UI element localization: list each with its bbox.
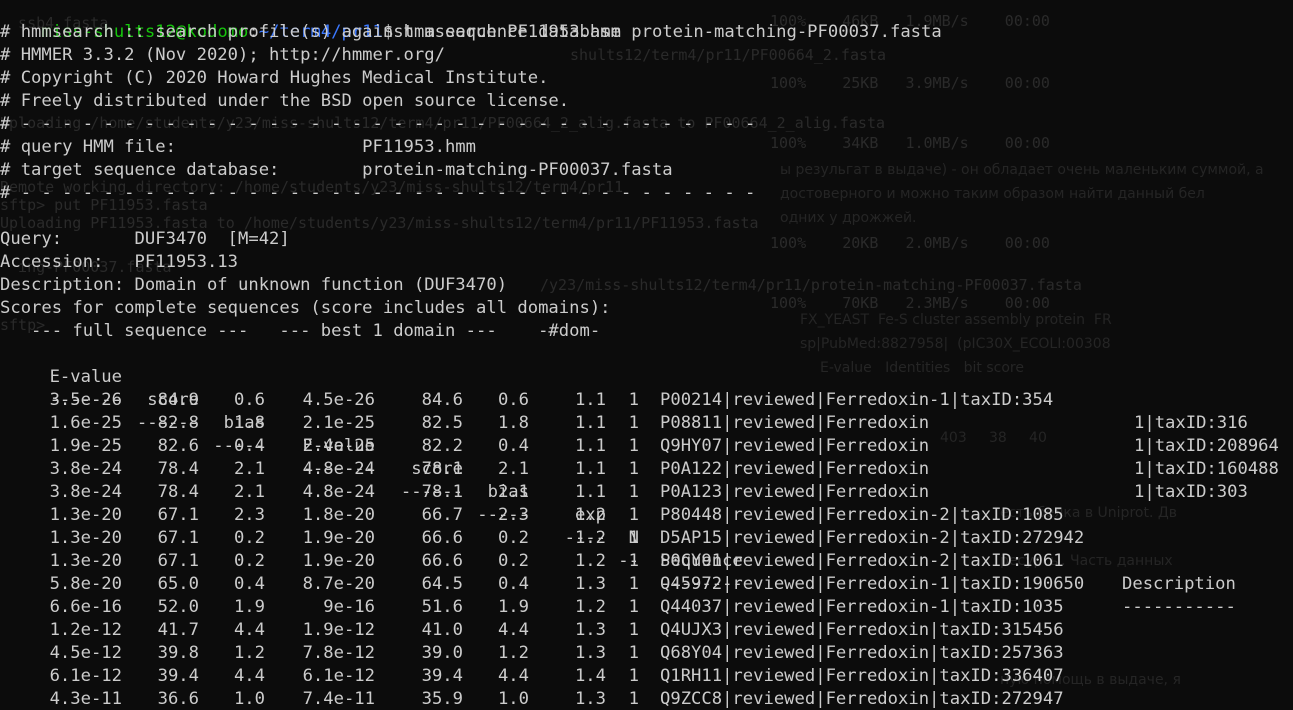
cell-n: 1 (628, 597, 639, 617)
cell-sequence: Q9HY07|reviewed|Ferredoxin (660, 436, 930, 456)
table-row: 4.3e-11 36.6 1.0 7.4e-11 35.9 1.0 1.3 1 Q9ZCC8|r… (0, 688, 1293, 710)
table-row: 5.8e-20 65.0 0.4 8.7e-20 64.5 0.4 1.3 1 Q45972|r… (0, 573, 1293, 596)
table-row: 6.1e-12 39.4 4.4 6.1e-12 39.4 4.4 1.4 1 Q1RH11|r… (0, 665, 1293, 688)
cell-n: 1 (628, 528, 639, 548)
target-database-line: # target sequence database: protein-matc… (0, 160, 673, 180)
cell-n: 1 (628, 436, 639, 456)
cell-n: 1 (628, 390, 639, 410)
table-header-row: E-value score bias E-value score bias ex… (0, 343, 1293, 594)
cell-n: 1 (628, 666, 639, 686)
command-line[interactable]: miss-shults12@kodomo:~/term4/pr11$ hmmse… (0, 0, 941, 42)
description-line: Description: Domain of unknown function … (0, 275, 508, 295)
table-row: 1.6e-25 82.8 1.8 2.1e-25 82.5 1.8 1.1 1 P08811|r… (0, 412, 1293, 435)
cell-sequence: Q44037|reviewed|Ferredoxin-1|taxID:1035 (660, 597, 1064, 617)
cell-sequence: Q1RH11|reviewed|Ferredoxin|taxID:336407 (660, 666, 1064, 686)
table-row: 3.8e-24 78.4 2.1 4.8e-24 78.1 2.1 1.1 1 P0A122|r… (0, 458, 1293, 481)
table-group-header: --- full sequence --- --- best 1 domain … (0, 321, 601, 341)
cell-description: 1|taxID:160488 (1134, 459, 1279, 479)
query-line: Query: DUF3470 [M=42] (0, 229, 290, 249)
cell-sequence: P08811|reviewed|Ferredoxin (660, 413, 930, 433)
cell-sequence: Q9ZCC8|reviewed|Ferredoxin|taxID:272947 (660, 689, 1064, 709)
cell-sequence: Q68Y04|reviewed|Ferredoxin|taxID:257363 (660, 643, 1064, 663)
header-line: # Copyright (C) 2020 Howard Hughes Medic… (0, 68, 549, 88)
cell-sequence: P0CY91|reviewed|Ferredoxin-2|taxID:1061 (660, 551, 1064, 571)
query-hmm-file-line: # query HMM file: PF11953.hmm (0, 137, 476, 157)
cell-sequence: Q4UJX3|reviewed|Ferredoxin|taxID:315456 (660, 620, 1064, 640)
cell-sequence: P0A123|reviewed|Ferredoxin (660, 482, 930, 502)
cell-sequence: D5AP15|reviewed|Ferredoxin-2|taxID:27294… (660, 528, 1085, 548)
cell-n: 1 (628, 459, 639, 479)
table-separator-row: ------- ------ ----- ------- ------ ----… (0, 366, 1293, 617)
header-line: # hmmsearch :: search profile(s) against… (0, 22, 621, 42)
accession-line: Accession: PF11953.13 (0, 252, 238, 272)
header-divider: # - - - - - - - - - - - - - - - - - - - … (0, 114, 756, 134)
cell-description: 1|taxID:316 (1134, 413, 1248, 433)
cell-n: 1 (628, 482, 639, 502)
cell-sequence: P00214|reviewed|Ferredoxin-1|taxID:354 (660, 390, 1054, 410)
cell-n: 1 (628, 505, 639, 525)
cell-description: 1|taxID:208964 (1134, 436, 1279, 456)
terminal-window[interactable]: ssb4.fasta 100% 46KB 1.9MB/s 00:00 shult… (0, 0, 1293, 710)
header-line: # HMMER 3.3.2 (Nov 2020); http://hmmer.o… (0, 45, 445, 65)
table-row: 4.5e-12 39.8 1.2 7.8e-12 39.0 1.2 1.3 1 Q68Y04|r… (0, 642, 1293, 665)
cell-n: 1 (628, 620, 639, 640)
cell-sequence: P80448|reviewed|Ferredoxin-2|taxID:1085 (660, 505, 1064, 525)
table-row: 3.5e-26 84.9 0.6 4.5e-26 84.6 0.6 1.1 1 P00214|r… (0, 389, 1293, 412)
header-line: # Freely distributed under the BSD open … (0, 91, 570, 111)
cell-sequence: P0A122|reviewed|Ferredoxin (660, 459, 930, 479)
table-row: 3.8e-24 78.4 2.1 4.8e-24 78.1 2.1 1.1 1 P0A123|r… (0, 481, 1293, 504)
cell-n: 1 (628, 643, 639, 663)
cell-n: 1 (628, 413, 639, 433)
cell-n: 1 (628, 551, 639, 571)
table-row: 1.9e-25 82.6 0.4 2.4e-25 82.2 0.4 1.1 1 Q9HY07|r… (0, 435, 1293, 458)
scores-heading: Scores for complete sequences (score inc… (0, 298, 611, 318)
table-row: 1.3e-20 67.1 2.3 1.8e-20 66.7 2.3 1.2 1 P80448|r… (0, 504, 1293, 527)
cell-n: 1 (628, 689, 639, 709)
table-row: 1.3e-20 67.1 0.2 1.9e-20 66.6 0.2 1.2 1 D5AP15|r… (0, 527, 1293, 550)
table-row: 6.6e-16 52.0 1.9 9e-16 51.6 1.9 1.2 1 Q44037|rev… (0, 596, 1293, 619)
cell-sequence: Q45972|reviewed|Ferredoxin-1|taxID:19065… (660, 574, 1085, 594)
header-divider: # - - - - - - - - - - - - - - - - - - - … (0, 183, 756, 203)
table-row: 1.2e-12 41.7 4.4 1.9e-12 41.0 4.4 1.3 1 Q4UJX3|r… (0, 619, 1293, 642)
cell-description: 1|taxID:303 (1134, 482, 1248, 502)
table-row: 1.3e-20 67.1 0.2 1.9e-20 66.6 0.2 1.2 1 P0CY91|r… (0, 550, 1293, 573)
cell-n: 1 (628, 574, 639, 594)
